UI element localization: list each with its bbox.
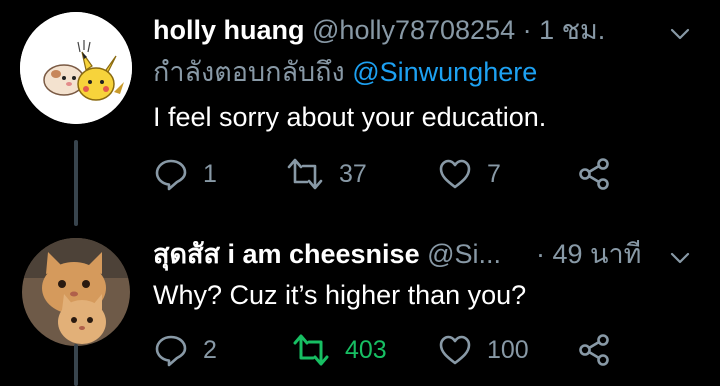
avatar-cheesnise[interactable] bbox=[22, 238, 130, 346]
retweet-icon bbox=[293, 334, 329, 366]
tweet-header: holly huang @holly78708254 · 1 ชม. bbox=[153, 14, 605, 46]
chevron-down-icon bbox=[670, 28, 690, 40]
tweet-actions: 1 37 7 bbox=[153, 154, 633, 194]
share-button[interactable] bbox=[577, 154, 611, 194]
like-button[interactable]: 7 bbox=[437, 154, 501, 194]
reply-count: 1 bbox=[203, 159, 217, 188]
replying-to-label: กำลังตอบกลับถึง bbox=[153, 57, 345, 87]
tweet-text: I feel sorry about your education. bbox=[153, 102, 547, 132]
tweet-header: สุดสัส i am cheesnise @Si... bbox=[153, 238, 501, 270]
like-icon bbox=[439, 335, 471, 365]
share-button[interactable] bbox=[577, 330, 611, 370]
like-button[interactable]: 100 bbox=[437, 330, 529, 370]
like-icon bbox=[439, 159, 471, 189]
reply-button[interactable]: 1 bbox=[153, 154, 217, 194]
avatar-cat-photo bbox=[22, 238, 130, 346]
share-icon bbox=[579, 158, 609, 190]
reply-icon bbox=[155, 335, 187, 367]
reply-icon bbox=[155, 159, 187, 191]
tweet-actions: 2 403 100 bbox=[153, 330, 633, 370]
avatar-illustration bbox=[20, 12, 132, 124]
timestamp[interactable]: · 1 ชม. bbox=[523, 15, 606, 45]
like-count: 100 bbox=[487, 335, 529, 364]
retweet-count: 403 bbox=[345, 335, 387, 364]
retweet-count: 37 bbox=[339, 159, 367, 188]
handle[interactable]: @holly78708254 bbox=[312, 15, 515, 45]
reply-button[interactable]: 2 bbox=[153, 330, 217, 370]
more-options-button[interactable] bbox=[668, 22, 692, 46]
chevron-down-icon bbox=[670, 252, 690, 264]
thread-line-continuation bbox=[74, 344, 78, 386]
thread-line bbox=[74, 140, 78, 226]
share-icon bbox=[579, 334, 609, 366]
display-name[interactable]: สุดสัส i am cheesnise bbox=[153, 239, 420, 269]
retweet-button[interactable]: 403 bbox=[291, 330, 387, 370]
tweet-text: Why? Cuz it’s higher than you? bbox=[153, 280, 527, 310]
more-options-button[interactable] bbox=[668, 246, 692, 270]
retweet-icon bbox=[287, 158, 323, 190]
replying-to: กำลังตอบกลับถึง @Sinwunghere bbox=[153, 56, 537, 88]
reply-count: 2 bbox=[203, 335, 217, 364]
retweet-button[interactable]: 37 bbox=[285, 154, 367, 194]
avatar-holly[interactable] bbox=[20, 12, 132, 124]
timestamp[interactable]: · 49 นาที bbox=[536, 238, 641, 270]
display-name[interactable]: holly huang bbox=[153, 15, 305, 45]
mention-link[interactable]: @Sinwunghere bbox=[352, 57, 537, 87]
like-count: 7 bbox=[487, 159, 501, 188]
handle[interactable]: @Si... bbox=[427, 239, 501, 269]
